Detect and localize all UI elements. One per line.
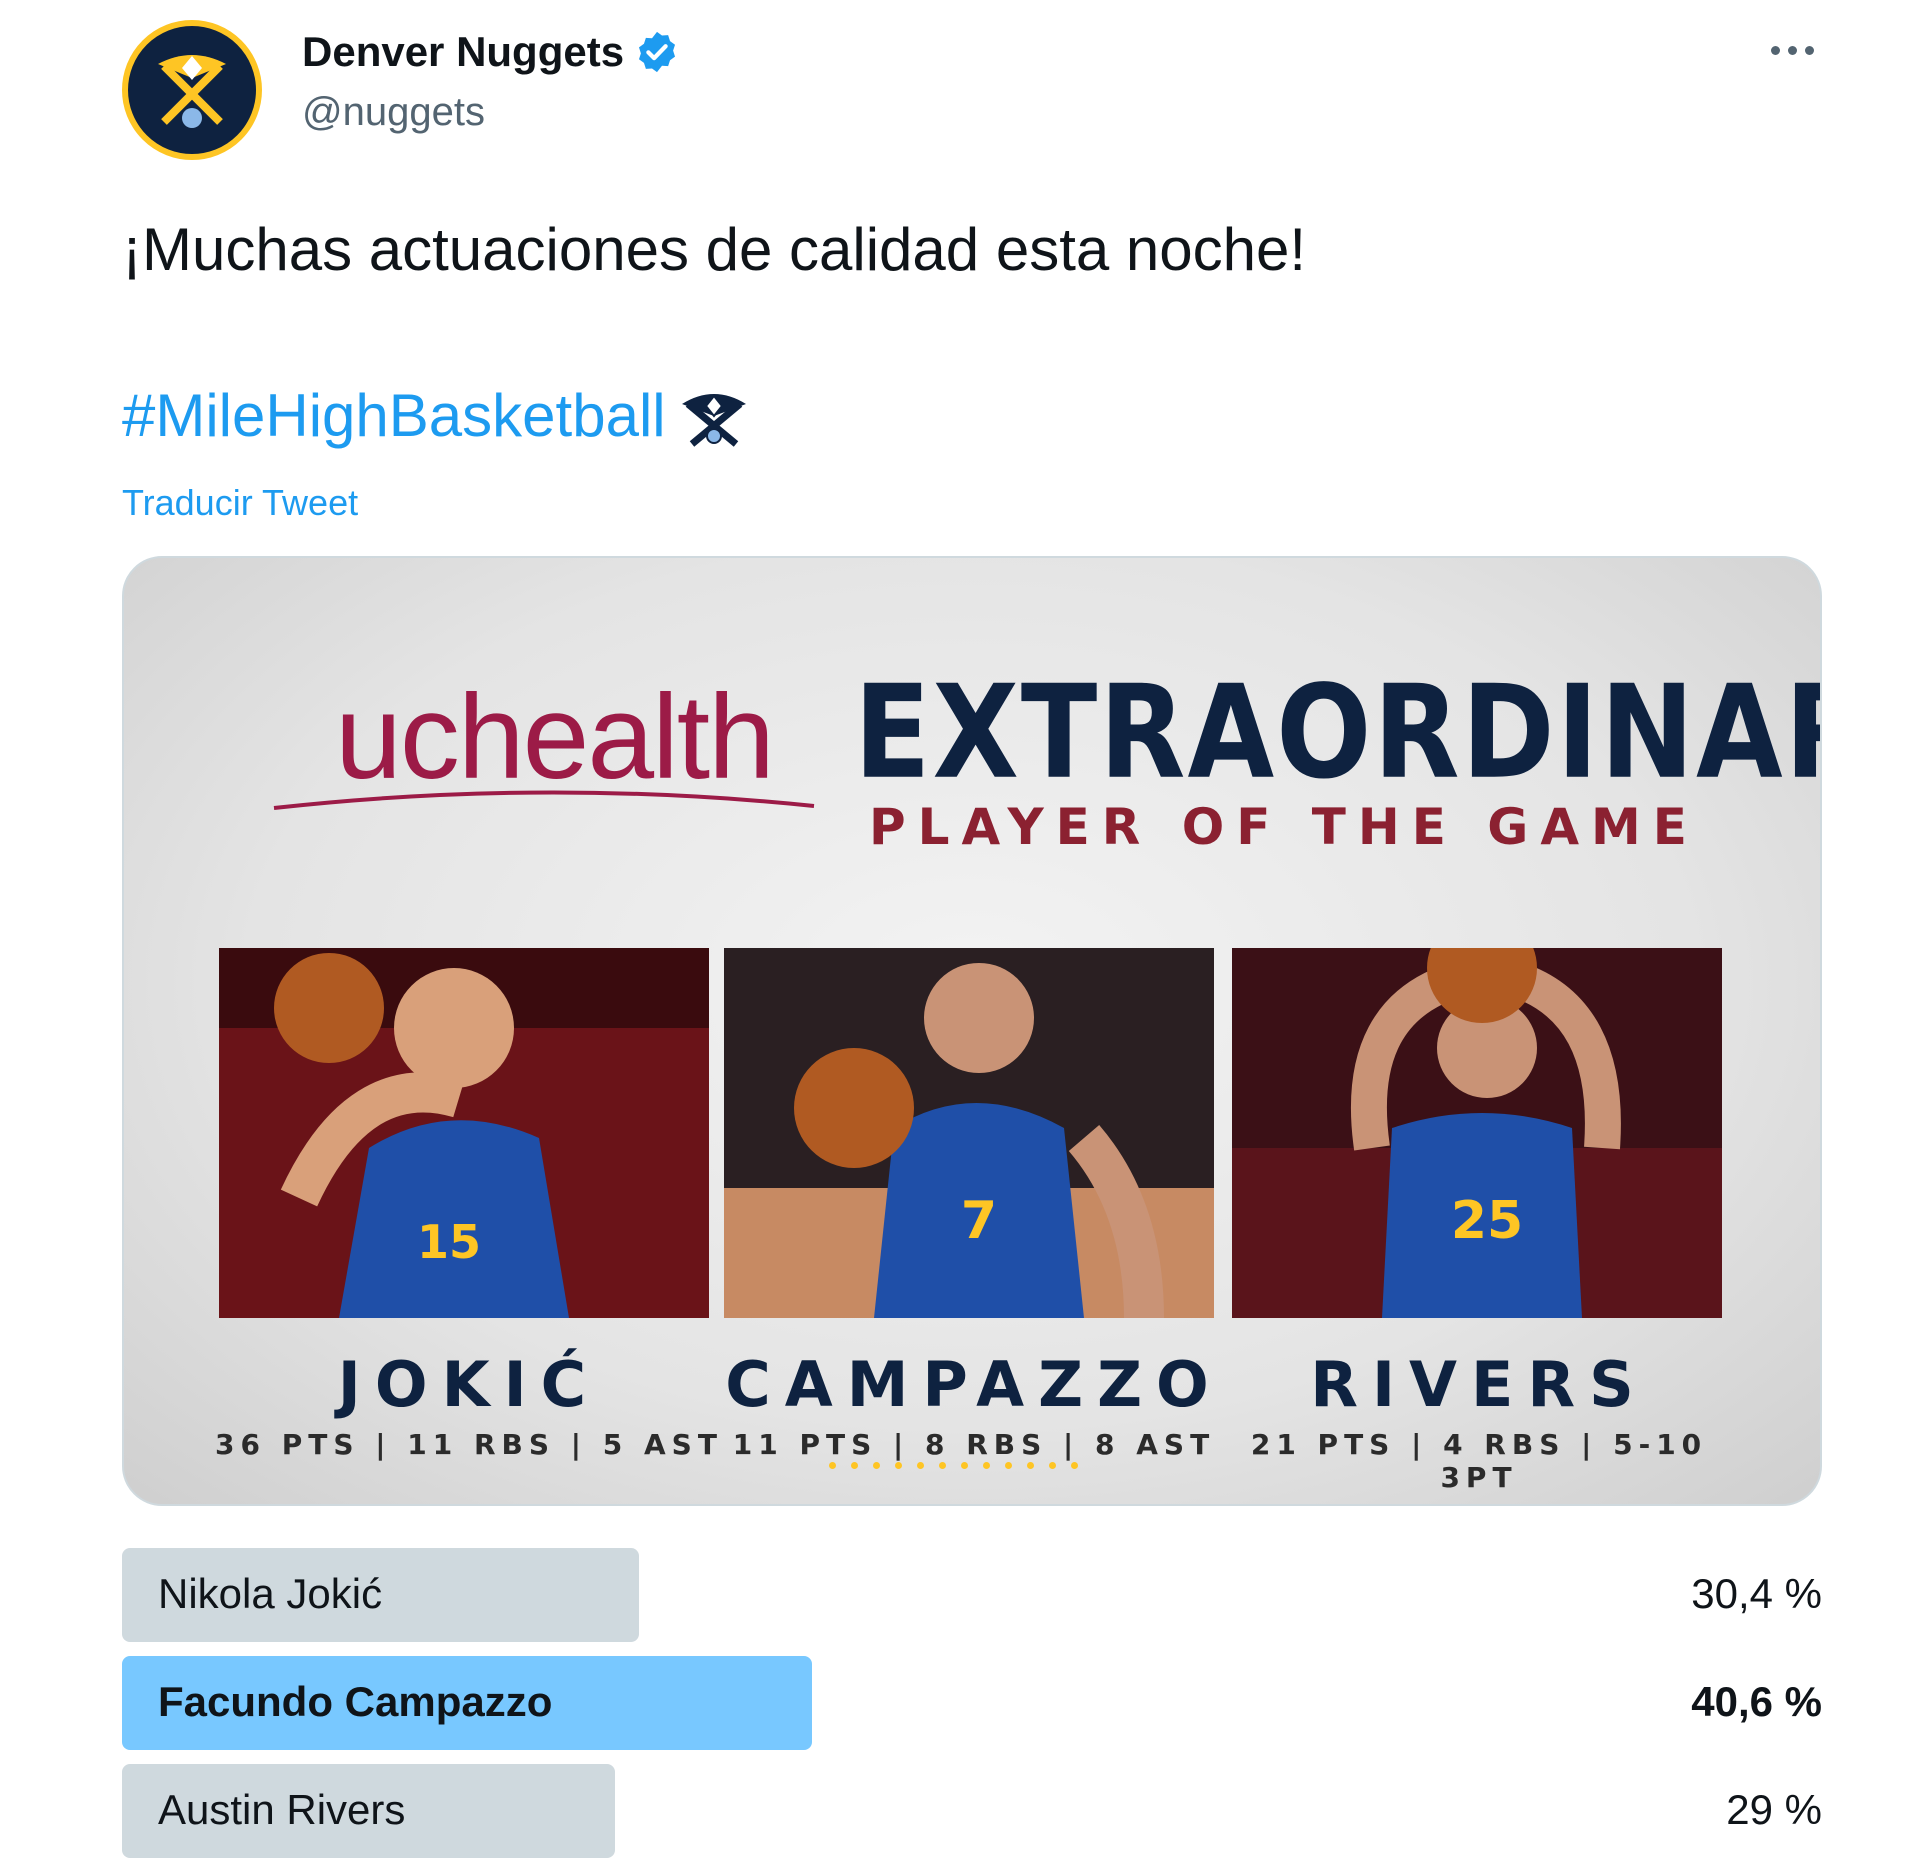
- tweet-media-image[interactable]: uchealth EXTRAORDINARY PLAYER OF THE GAM…: [122, 556, 1822, 1506]
- player-name-jokic: JOKIĆ: [337, 1348, 601, 1421]
- verified-badge-icon: [639, 31, 676, 73]
- poll-option-jokic: Nikola Jokić 30,4 %: [122, 1548, 1822, 1642]
- more-dot-icon: [1770, 45, 1780, 55]
- player-name-campazzo: CAMPAZZO: [725, 1348, 1223, 1421]
- author-handle[interactable]: @nuggets: [302, 90, 485, 135]
- poll-option-label: Nikola Jokić: [158, 1570, 383, 1617]
- player-name-rivers: RIVERS: [1310, 1348, 1648, 1421]
- graphic-title: EXTRAORDINARY: [854, 658, 1820, 808]
- author-avatar[interactable]: [122, 20, 262, 160]
- translate-tweet-link[interactable]: Traducir Tweet: [122, 482, 358, 524]
- player-photo-rivers: 25: [1232, 948, 1722, 1318]
- poll-option-label: Facundo Campazzo: [158, 1678, 553, 1725]
- sponsor-swoosh-icon: [273, 790, 815, 810]
- poll-option-percent: 40,6 %: [1691, 1678, 1822, 1725]
- author-name-row: Denver Nuggets: [302, 28, 680, 76]
- more-dot-icon: [1787, 45, 1797, 55]
- graphic-subtitle: PLAYER OF THE GAME: [869, 798, 1699, 856]
- hashtag-row: #MileHighBasketball: [122, 380, 754, 450]
- player-stats-rivers: 21 PTS | 4 RBS | 5-10 3PT: [1250, 1428, 1708, 1494]
- poll-option-rivers: Austin Rivers 29 %: [122, 1764, 1822, 1858]
- decorative-dots: [829, 1462, 1119, 1482]
- jersey-number: 25: [1451, 1191, 1523, 1251]
- poll-option-label: Austin Rivers: [158, 1786, 406, 1833]
- nuggets-pickaxe-emoji-icon: [681, 394, 746, 447]
- tweet-text: ¡Muchas actuaciones de calidad esta noch…: [122, 216, 1307, 283]
- hashtag-link[interactable]: #MileHighBasketball: [122, 381, 666, 450]
- more-options-button[interactable]: [1752, 30, 1832, 70]
- player-stats-campazzo: 11 PTS | 8 RBS | 8 AST: [732, 1428, 1216, 1461]
- more-dot-icon: [1804, 45, 1814, 55]
- player-photo-jokic: 15: [219, 948, 709, 1318]
- player-photo-campazzo: 7: [724, 948, 1214, 1318]
- poll-option-percent: 29 %: [1726, 1786, 1822, 1833]
- nuggets-logo-icon: [130, 28, 254, 152]
- jersey-number: 7: [961, 1191, 997, 1251]
- poll-option-campazzo: Facundo Campazzo 40,6 %: [122, 1656, 1822, 1750]
- author-display-name[interactable]: Denver Nuggets: [302, 28, 624, 76]
- player-stats-jokic: 36 PTS | 11 RBS | 5 AST: [215, 1428, 723, 1461]
- poll-option-percent: 30,4 %: [1691, 1570, 1822, 1617]
- jersey-number: 15: [417, 1215, 481, 1269]
